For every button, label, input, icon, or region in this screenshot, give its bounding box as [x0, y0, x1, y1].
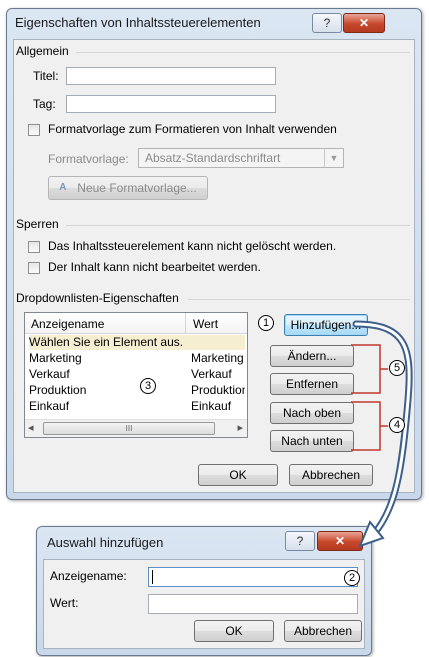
- group-general-label: Allgemein: [16, 44, 69, 58]
- list-header: Anzeigename Wert: [25, 313, 247, 334]
- close-icon: ✕: [358, 16, 370, 30]
- callout-4: 4: [389, 417, 405, 433]
- group-dropdown-divider: [188, 299, 410, 300]
- cannot-delete-checkbox[interactable]: [28, 241, 40, 253]
- cancel-button[interactable]: Abbrechen: [289, 464, 373, 486]
- callout-3: 3: [140, 378, 156, 394]
- text-cursor: [152, 570, 153, 584]
- group-general-divider: [76, 52, 410, 53]
- display-name-label: Anzeigename:: [50, 569, 127, 583]
- use-style-label: Formatvorlage zum Formatieren von Inhalt…: [48, 122, 337, 136]
- new-style-button-label: Neue Formatvorlage...: [77, 181, 197, 195]
- list-item-name: Einkauf: [29, 399, 70, 413]
- value-input[interactable]: [148, 594, 358, 614]
- help-icon: ?: [323, 16, 331, 30]
- column-header-value[interactable]: Wert: [193, 317, 218, 331]
- move-up-button[interactable]: Nach oben: [270, 402, 354, 424]
- list-item-name: Verkauf: [29, 367, 70, 381]
- remove-button[interactable]: Entfernen: [270, 373, 354, 395]
- edit-button-label: Ändern...: [287, 349, 337, 363]
- list-item-value: Einkauf: [191, 399, 232, 413]
- add-choice-client-area: Anzeigename: Wert: OK Abbrechen: [43, 559, 365, 649]
- help-button[interactable]: ?: [312, 13, 342, 33]
- group-dropdown-label: Dropdownlisten-Eigenschaften: [16, 291, 179, 305]
- style-dropdown-value: Absatz-Standardschriftart: [145, 151, 281, 165]
- cancel-button-label: Abbrechen: [301, 468, 361, 482]
- callout-2: 2: [344, 570, 360, 586]
- scrollbar-grip-icon: III: [125, 424, 133, 433]
- cannot-edit-checkbox[interactable]: [28, 262, 40, 274]
- column-header-display-name[interactable]: Anzeigename: [31, 317, 104, 331]
- dialog-client-area: Allgemein Titel: Tag: Formatvorlage zum …: [13, 39, 415, 493]
- list-item-value: Marketing: [191, 351, 244, 365]
- tag-input[interactable]: [66, 95, 276, 113]
- edit-button[interactable]: Ändern...: [270, 345, 354, 367]
- add-choice-close-button[interactable]: ✕: [317, 531, 363, 551]
- horizontal-scrollbar[interactable]: ◂ III ▸: [25, 419, 247, 437]
- callout-5: 5: [389, 360, 405, 376]
- scroll-left-arrow-icon[interactable]: ◂: [28, 421, 34, 434]
- add-choice-ok-button[interactable]: OK: [194, 620, 274, 642]
- group-locking-label: Sperren: [16, 217, 59, 231]
- ok-button-label: OK: [229, 468, 247, 482]
- add-choice-cancel-label: Abbrechen: [293, 624, 353, 638]
- style-label: Formatvorlage:: [48, 152, 129, 166]
- value-label: Wert:: [50, 596, 79, 610]
- add-choice-ok-label: OK: [225, 624, 243, 638]
- list-item[interactable]: Wählen Sie ein Element aus.: [29, 335, 245, 350]
- new-style-button[interactable]: A Neue Formatvorlage...: [48, 176, 208, 200]
- add-choice-help-button[interactable]: ?: [285, 531, 315, 551]
- list-item[interactable]: Verkauf Verkauf: [29, 367, 245, 382]
- help-icon: ?: [296, 534, 304, 548]
- display-name-input[interactable]: [148, 567, 358, 587]
- content-control-properties-dialog: Eigenschaften von Inhaltssteuerelementen…: [6, 8, 422, 500]
- cannot-edit-label: Der Inhalt kann nicht bearbeitet werden.: [48, 260, 261, 274]
- tag-label: Tag:: [33, 97, 56, 111]
- list-item[interactable]: Marketing Marketing: [29, 351, 245, 366]
- add-choice-dialog: Auswahl hinzufügen ? ✕ Anzeigename: Wert…: [36, 526, 372, 656]
- close-icon: ✕: [334, 534, 346, 548]
- list-item-name: Marketing: [29, 351, 82, 365]
- cannot-delete-label: Das Inhaltssteuerelement kann nicht gelö…: [48, 239, 337, 253]
- add-choice-dialog-title: Auswahl hinzufügen: [47, 535, 164, 550]
- chevron-down-icon: ▼: [324, 149, 343, 167]
- list-item[interactable]: Einkauf Einkauf: [29, 399, 245, 414]
- list-item-name: Produktion: [29, 383, 87, 397]
- group-locking-divider: [66, 225, 410, 226]
- list-item-value: Verkauf: [191, 367, 232, 381]
- list-item-value: Produktion: [191, 383, 245, 397]
- dialog-title: Eigenschaften von Inhaltssteuerelementen: [15, 15, 261, 30]
- scrollbar-thumb[interactable]: III: [43, 422, 215, 435]
- add-button[interactable]: Hinzufügen...: [284, 314, 368, 336]
- use-style-checkbox[interactable]: [28, 124, 40, 136]
- move-down-button-label: Nach unten: [281, 434, 343, 448]
- callout-1: 1: [258, 315, 274, 331]
- title-input[interactable]: [66, 67, 276, 85]
- new-style-icon: A: [59, 182, 67, 193]
- list-item-name: Wählen Sie ein Element aus.: [29, 335, 184, 349]
- scroll-right-arrow-icon[interactable]: ▸: [237, 421, 243, 434]
- column-divider: [185, 313, 186, 333]
- add-choice-cancel-button[interactable]: Abbrechen: [284, 620, 362, 642]
- dropdown-list[interactable]: Anzeigename Wert Wählen Sie ein Element …: [24, 312, 248, 438]
- move-down-button[interactable]: Nach unten: [270, 430, 354, 452]
- move-up-button-label: Nach oben: [282, 406, 342, 420]
- style-dropdown[interactable]: Absatz-Standardschriftart ▼: [138, 148, 344, 168]
- remove-button-label: Entfernen: [285, 377, 339, 391]
- close-button[interactable]: ✕: [343, 13, 385, 33]
- add-button-label: Hinzufügen...: [290, 318, 362, 332]
- title-label: Titel:: [33, 69, 59, 83]
- ok-button[interactable]: OK: [198, 464, 278, 486]
- list-item[interactable]: Produktion Produktion: [29, 383, 245, 398]
